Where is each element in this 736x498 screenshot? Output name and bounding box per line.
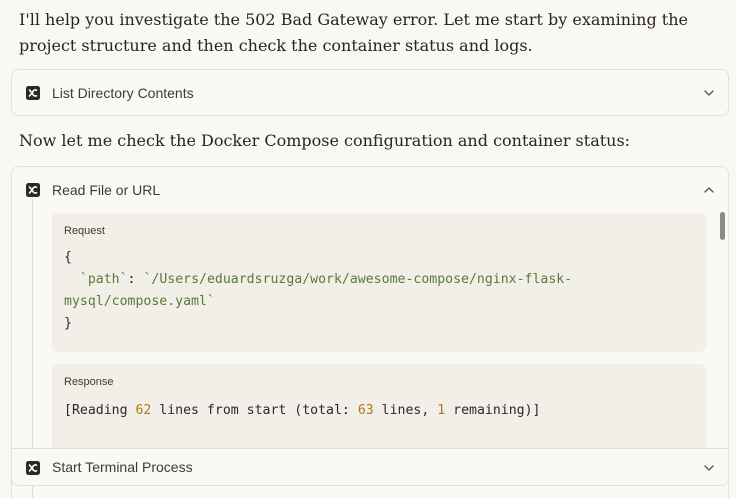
tool-read-file-header[interactable]: Read File or URL [12, 167, 728, 213]
response-text-suffix: remaining)] [445, 403, 541, 418]
response-lines-count: 62 [135, 403, 152, 418]
code-value-line2: mysql/compose.yaml` [64, 294, 215, 309]
assistant-message-intro: I'll help you investigate the 502 Bad Ga… [19, 10, 688, 55]
tool-title: Start Terminal Process [52, 459, 193, 475]
response-text-mid: lines from start (total [151, 403, 342, 418]
chevron-down-icon[interactable] [702, 86, 716, 100]
assistant-message-followup: Now let me check the Docker Compose conf… [19, 131, 631, 150]
request-label: Request [64, 225, 105, 237]
chevron-up-icon[interactable] [702, 183, 716, 197]
request-panel: Request { `path`: `/Users/eduardsruzga/w… [52, 213, 706, 352]
response-text-prefix: [Reading [64, 403, 136, 418]
code-key: `path` [79, 272, 128, 287]
tool-start-terminal[interactable]: Start Terminal Process [11, 448, 729, 486]
response-label: Response [64, 376, 114, 388]
code-value-line1: `/Users/eduardsruzga/work/awesome-compos… [143, 272, 573, 287]
response-colon: : [341, 403, 350, 418]
request-code: { `path`: `/Users/eduardsruzga/work/awes… [64, 247, 694, 335]
tool-list-directory[interactable]: List Directory Contents [11, 69, 729, 116]
response-total-count: 63 [357, 403, 374, 418]
scrollbar-thumb[interactable] [720, 212, 725, 240]
code-brace-open: { [64, 250, 72, 265]
response-text-mid2: lines, [373, 403, 438, 418]
tool-title: List Directory Contents [52, 85, 194, 101]
response-remaining-count: 1 [437, 403, 446, 418]
chevron-down-icon[interactable] [702, 461, 716, 475]
desktop-commander-icon [26, 183, 40, 197]
code-colon: : [127, 272, 136, 287]
response-code: [Reading 62 lines from start (total: 63 … [64, 400, 694, 422]
tool-title: Read File or URL [52, 182, 161, 198]
code-brace-close: } [64, 316, 72, 331]
desktop-commander-icon [26, 461, 40, 475]
desktop-commander-icon [26, 86, 40, 100]
